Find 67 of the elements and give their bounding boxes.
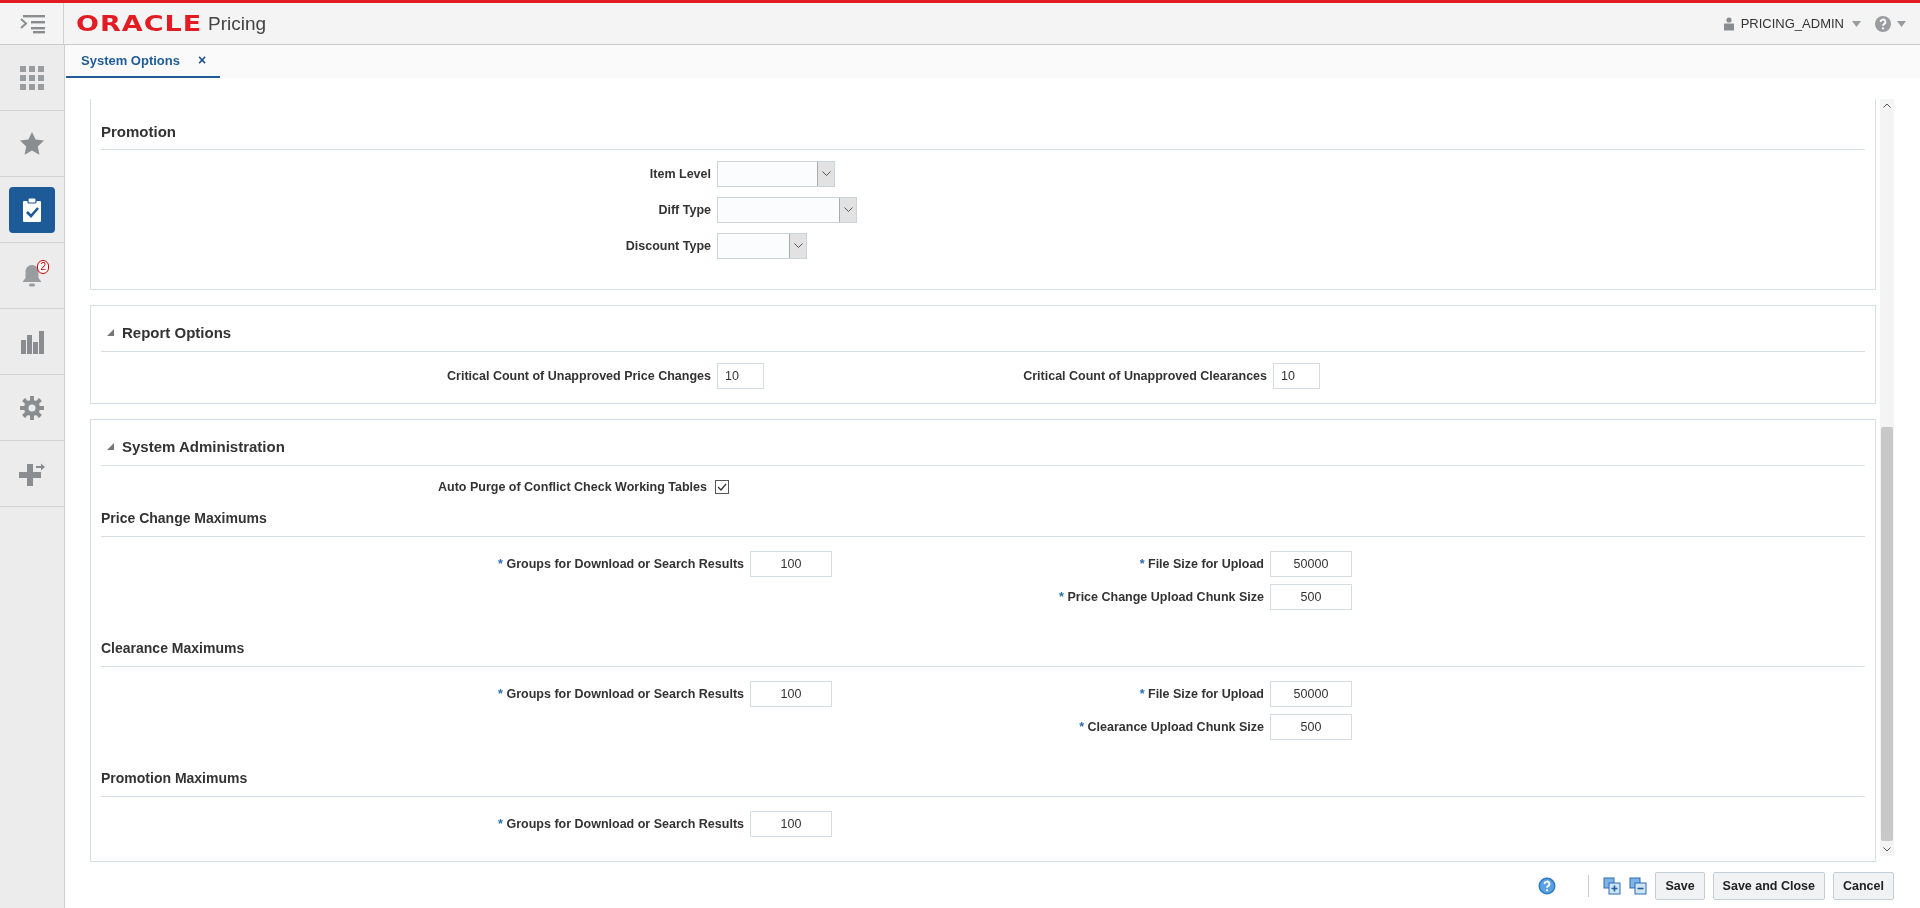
input-field[interactable]: 500 xyxy=(1270,584,1352,610)
checkbox[interactable] xyxy=(715,480,729,494)
user-menu[interactable]: PRICING_ADMIN xyxy=(1740,16,1844,31)
star-icon xyxy=(20,132,44,155)
input-field[interactable]: 10 xyxy=(1273,363,1320,389)
caret-icon[interactable] xyxy=(1897,20,1906,27)
scroll-up-icon[interactable] xyxy=(1883,103,1891,108)
input-field[interactable]: 50000 xyxy=(1270,681,1352,707)
section-title: Promotion xyxy=(101,123,177,142)
section-title: System Administration xyxy=(122,438,285,455)
checkbox-label: Auto Purge of Conflict Check Working Tables xyxy=(438,480,707,494)
dropdown-field[interactable] xyxy=(717,161,835,187)
sidebar-button[interactable]: 2 xyxy=(9,252,55,299)
chevron-down-icon xyxy=(793,243,803,249)
input-field[interactable]: 100 xyxy=(750,551,832,577)
field-label: * Groups for Download or Search Results xyxy=(498,687,744,701)
bar-chart-icon xyxy=(20,329,44,354)
help-icon[interactable] xyxy=(1875,15,1891,32)
sidebar-button[interactable] xyxy=(9,186,55,233)
clipboard-check-icon xyxy=(22,196,42,223)
close-icon[interactable]: × xyxy=(197,52,207,68)
chevron-down-icon xyxy=(843,207,853,213)
help-icon[interactable] xyxy=(1538,877,1557,895)
input-field[interactable]: 50000 xyxy=(1270,551,1352,577)
field-label: * File Size for Upload xyxy=(1139,687,1264,701)
expand-all-icon[interactable] xyxy=(1603,877,1622,895)
collapse-all-icon[interactable] xyxy=(1629,877,1648,895)
grid-icon xyxy=(20,65,44,90)
notification-badge: 2 xyxy=(37,259,49,274)
subsection-title: Clearance Maximums xyxy=(101,639,246,658)
field-label: * Groups for Download or Search Results xyxy=(498,557,744,571)
field-label: * Price Change Upload Chunk Size xyxy=(1059,590,1264,604)
scroll-down-icon[interactable] xyxy=(1883,847,1891,852)
input-field[interactable]: 10 xyxy=(717,363,764,389)
scrollbar[interactable] xyxy=(1880,99,1894,856)
footer-button[interactable]: Save and Close xyxy=(1712,872,1825,900)
expand-icon[interactable] xyxy=(107,443,114,450)
input-field[interactable]: 100 xyxy=(750,811,832,837)
expand-icon[interactable] xyxy=(107,329,114,336)
field-label: Diff Type xyxy=(657,203,711,217)
section-title: Report Options xyxy=(122,324,232,341)
bell-icon xyxy=(21,263,43,288)
field-label: * Clearance Upload Chunk Size xyxy=(1079,720,1264,734)
input-field[interactable]: 500 xyxy=(1270,714,1352,740)
product-name: Pricing xyxy=(208,12,267,35)
footer-button[interactable]: Save xyxy=(1655,872,1705,900)
caret-icon[interactable] xyxy=(1852,20,1861,27)
field-label: Item Level xyxy=(648,167,711,181)
footer-button[interactable]: Cancel xyxy=(1833,872,1894,900)
user-icon xyxy=(1722,16,1735,31)
subsection-title: Promotion Maximums xyxy=(101,769,249,788)
field-label: Critical Count of Unapproved Clearances xyxy=(1023,369,1267,383)
field-label: * Groups for Download or Search Results xyxy=(498,817,744,831)
menu-icon[interactable] xyxy=(18,13,45,34)
checkmark-icon xyxy=(717,483,727,491)
subsection-title: Price Change Maximums xyxy=(101,509,268,528)
brand-logo: ORACLE xyxy=(76,11,203,36)
dropdown-field[interactable] xyxy=(717,233,807,259)
input-field[interactable]: 100 xyxy=(750,681,832,707)
field-label: Discount Type xyxy=(624,239,711,253)
chevron-down-icon xyxy=(821,171,831,177)
scrollbar-thumb[interactable] xyxy=(1881,426,1893,841)
dropdown-field[interactable] xyxy=(717,197,857,223)
plus-arrow-icon xyxy=(19,461,45,486)
field-label: Critical Count of Unapproved Price Changes xyxy=(447,369,711,383)
tab[interactable]: System Options × xyxy=(66,52,221,78)
field-label: * File Size for Upload xyxy=(1139,557,1264,571)
